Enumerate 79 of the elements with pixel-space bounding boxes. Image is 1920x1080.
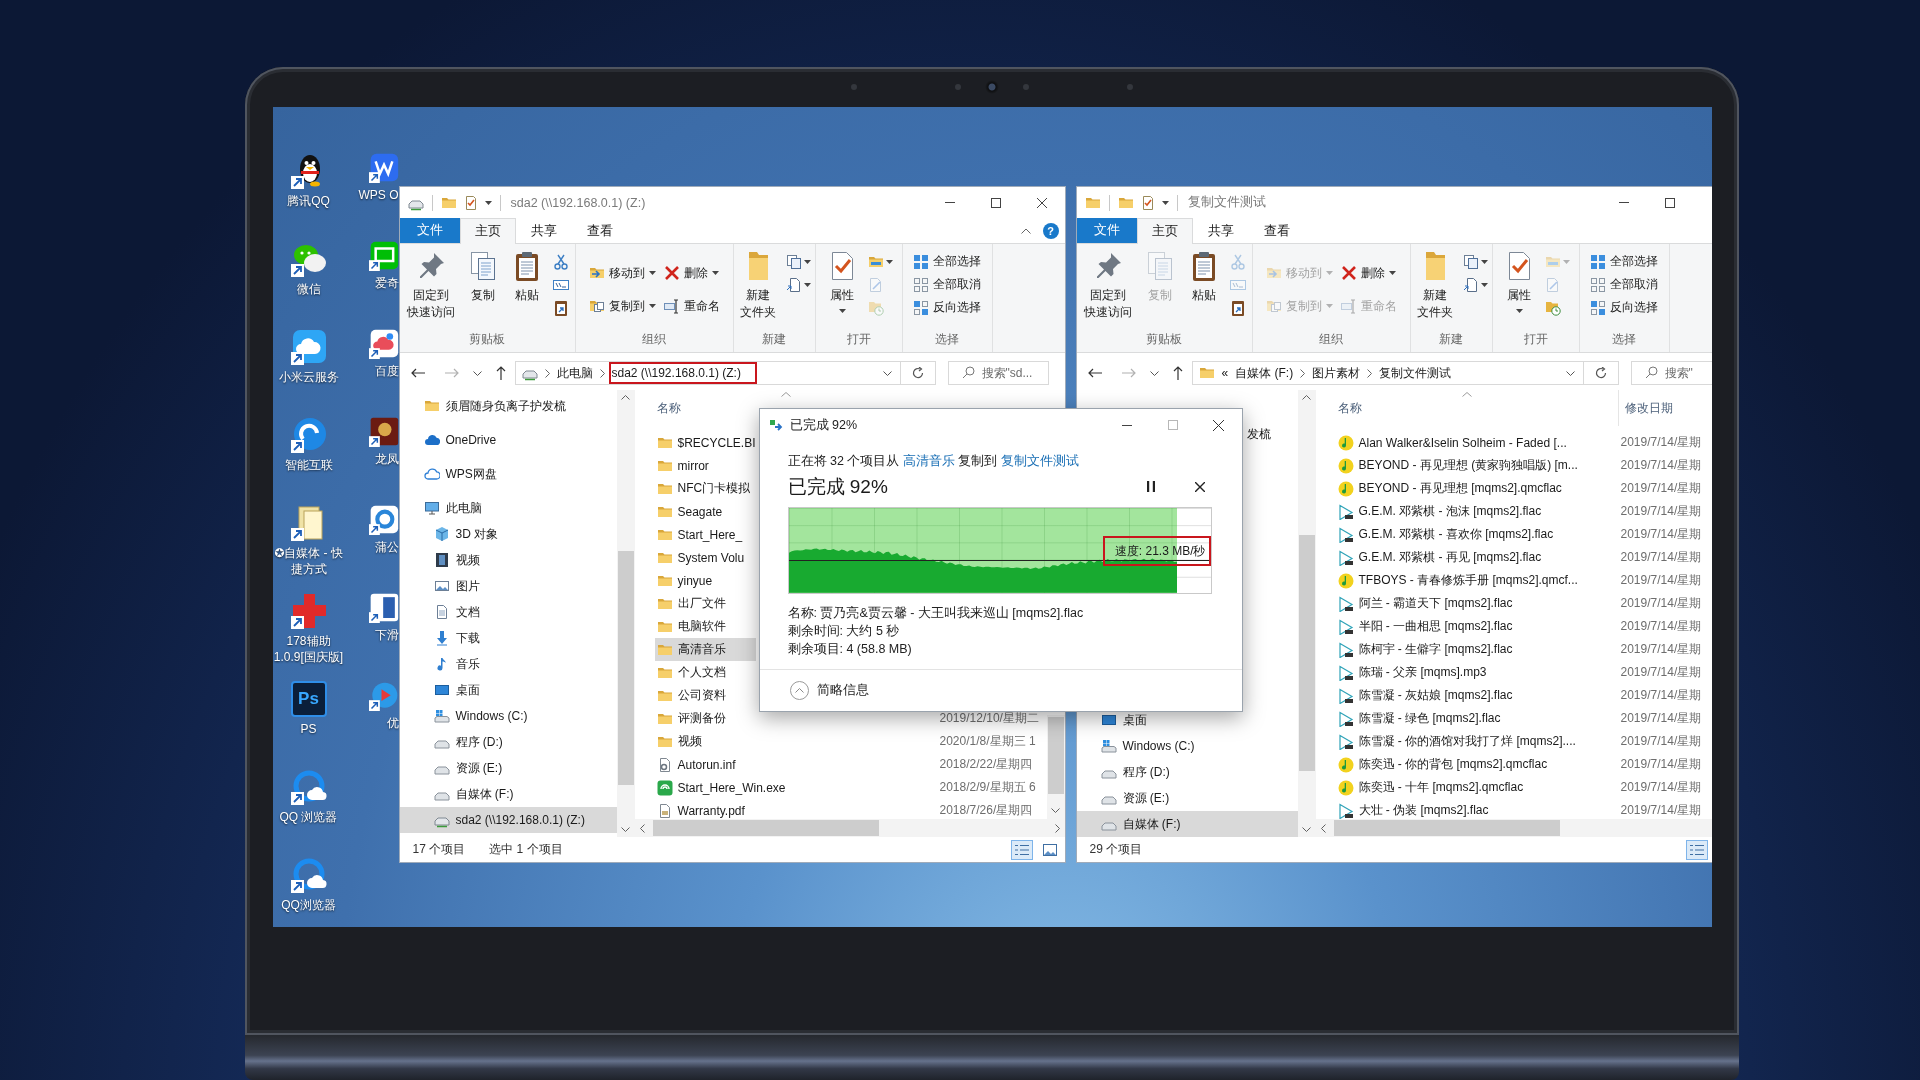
window-title: sda2 (\\192.168.0.1) (Z:) [510,195,646,210]
file-name: Seagate [677,504,723,519]
file-date: 2019/7/14/星期 [1620,618,1702,635]
file-name: 阿兰 - 霸道天下 [mqms2].flac [1358,595,1513,612]
file-date: 2019/7/14/星期 [1620,503,1702,520]
speed-reading: 速度: 21.3 MB/秒 [1114,542,1206,560]
status-text: 17 个项目 [412,841,466,858]
group-label: 剪贴板 [1146,331,1182,348]
file-date: 2019/7/14/星期 [1620,756,1702,773]
file-name: 陈瑞 - 父亲 [mqms].mp3 [1358,664,1487,681]
file-date: 2019/7/14/星期 [1620,687,1702,704]
copy-status-text: 正在将 32 个项目从 高清音乐 复制到 复制文件测试 [787,453,1080,469]
file-name: G.E.M. 邓紫棋 - 泡沫 [mqms2].flac [1358,503,1542,520]
file-date: 2019/7/14/星期 [1620,595,1702,612]
detail-line: 剩余时间: 大约 5 秒 [787,623,900,640]
file-date: 2018/7/26/星期四 [939,802,1033,819]
window-title: 复制文件测试 [1187,194,1266,211]
file-name: 电脑软件 [677,618,726,635]
file-name: Start_Here_ [677,527,743,542]
file-date: 2019/7/14/星期 [1620,710,1702,727]
file-name: yinyue [677,573,713,588]
group-label: 选择 [1612,331,1636,348]
detail-line: 剩余项目: 4 (58.8 MB) [787,641,912,658]
file-name: Alan Walker&Iselin Solheim - Faded [... [1358,435,1567,450]
progress-heading: 已完成 92% [787,474,889,499]
file-name: 出厂文件 [677,595,726,612]
status-text: 29 个项目 [1089,841,1143,858]
file-name: 个人文档 [677,664,726,681]
file-name: mirror [677,458,709,473]
file-name: 陈柯宇 - 生僻字 [mqms2].flac [1358,641,1513,658]
file-name: Start_Here_Win.exe [677,780,786,795]
file-date: 2019/7/14/星期 [1620,802,1702,819]
file-date: 2019/12/10/星期二 [939,710,1039,727]
file-date: 2018/2/22/星期四 [939,756,1033,773]
file-date: 2019/7/14/星期 [1620,526,1702,543]
dialog-title: 已完成 92% [789,416,857,434]
file-name: Warranty.pdf [677,803,745,818]
file-name: 陈雪凝 - 你的酒馆对我打了烊 [mqms2].... [1358,733,1576,750]
file-date: 2019/7/14/星期 [1620,733,1702,750]
file-date: 2019/7/14/星期 [1620,480,1702,497]
file-name: $RECYCLE.BI [677,435,756,450]
file-name: 大壮 - 伪装 [mqms2].flac [1358,802,1489,819]
detail-line: 名称: 贾乃亮&贾云馨 - 大王叫我来巡山 [mqms2].flac [787,605,1084,622]
group-label: 剪贴板 [469,331,505,348]
group-label: 打开 [1523,331,1548,348]
group-label: 新建 [762,331,786,348]
file-date: 2020/1/8/星期三 1 [939,733,1036,750]
file-name: 半阳 - 一曲相思 [mqms2].flac [1358,618,1513,635]
file-name: System Volu [677,550,745,565]
file-name: TFBOYS - 青春修炼手册 [mqms2].qmcf... [1358,572,1578,589]
file-name: 视频 [677,733,702,750]
file-name: 陈奕迅 - 你的背包 [mqms2].qmcflac [1358,756,1548,773]
app-logo: Ps [290,681,327,717]
file-name: BEYOND - 再见理想 [mqms2].qmcflac [1358,480,1562,497]
file-name: Autorun.inf [677,757,736,772]
file-date: 2019/7/14/星期 [1620,457,1702,474]
file-date: 2018/2/9/星期五 6 [939,779,1036,796]
group-label: 组织 [1319,331,1343,348]
file-name: 陈奕迅 - 十年 [mqms2].qmcflac [1358,779,1524,796]
file-name: NFC门卡模拟 [677,480,751,497]
file-name: G.E.M. 邓紫棋 - 喜欢你 [mqms2].flac [1358,526,1554,543]
file-name: 评测备份 [677,710,726,727]
group-label: 选择 [935,331,959,348]
group-label: 打开 [846,331,871,348]
file-date: 2019/7/14/星期 [1620,641,1702,658]
file-name: 高清音乐 [677,641,726,658]
file-date: 2019/7/14/星期 [1620,572,1702,589]
file-date: 2019/7/14/星期 [1620,779,1702,796]
status-text: 选中 1 个项目 [489,841,563,858]
group-label: 组织 [642,331,666,348]
file-name: BEYOND - 再见理想 (黄家驹独唱版) [m... [1358,457,1578,474]
file-name: 陈雪凝 - 灰姑娘 [mqms2].flac [1358,687,1513,704]
file-date: 2019/7/14/星期 [1620,434,1702,451]
file-date: 2019/7/14/星期 [1620,664,1702,681]
group-label: 新建 [1439,331,1463,348]
file-name: 公司资料 [677,687,726,704]
file-name: G.E.M. 邓紫棋 - 再见 [mqms2].flac [1358,549,1542,566]
file-name: 陈雪凝 - 绿色 [mqms2].flac [1358,710,1501,727]
file-date: 2019/7/14/星期 [1620,549,1702,566]
